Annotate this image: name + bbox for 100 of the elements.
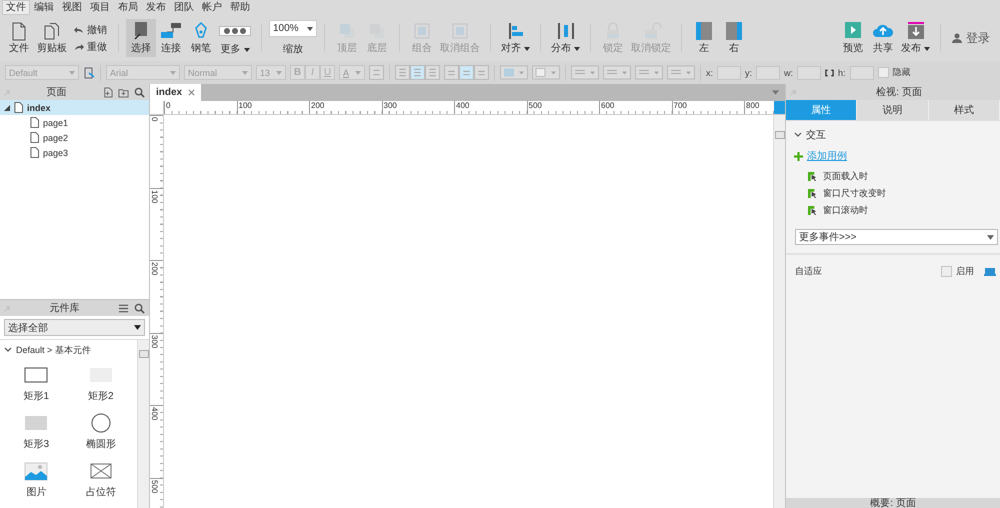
devices-icon[interactable] bbox=[984, 268, 996, 276]
line-style-dropdown[interactable] bbox=[571, 65, 599, 80]
more-button[interactable]: 更多 bbox=[216, 18, 254, 58]
document-tab[interactable]: index bbox=[150, 84, 202, 101]
x-field[interactable] bbox=[717, 66, 742, 80]
redo-button[interactable]: 重做 bbox=[74, 40, 107, 54]
image-icon[interactable] bbox=[24, 461, 48, 481]
text-align-button[interactable] bbox=[410, 65, 425, 80]
menu-item[interactable]: 团队 bbox=[170, 0, 198, 15]
placeholder-icon[interactable] bbox=[88, 461, 113, 481]
circle-icon[interactable] bbox=[88, 413, 113, 433]
search-icon[interactable] bbox=[134, 86, 145, 98]
widget-label: 矩形3 bbox=[23, 438, 50, 451]
library-group[interactable]: Default > 基本元件 bbox=[4, 343, 133, 357]
vertical-align-button[interactable] bbox=[474, 65, 489, 80]
event-item[interactable]: 窗口滚动时 bbox=[786, 202, 1000, 219]
pen-button[interactable]: 钢笔 bbox=[186, 19, 216, 57]
library-dropdown[interactable]: 选择全部 bbox=[4, 319, 145, 336]
connect-button[interactable]: 连接 bbox=[156, 19, 186, 57]
panel-title: 检视: 页面 bbox=[875, 86, 923, 99]
page-tree-item[interactable]: page3 bbox=[0, 145, 149, 160]
rectangle-icon[interactable] bbox=[24, 365, 48, 385]
pin-icon[interactable] bbox=[4, 304, 11, 312]
line-style-dropdown[interactable] bbox=[603, 65, 631, 80]
caret-icon bbox=[69, 70, 75, 74]
menu-icon[interactable] bbox=[118, 302, 129, 314]
zoom-dropdown[interactable]: 100% bbox=[269, 20, 317, 37]
caret-icon bbox=[307, 26, 313, 30]
text-align-button[interactable] bbox=[425, 65, 440, 80]
caret-icon bbox=[987, 234, 994, 240]
share-button[interactable]: 共享 bbox=[868, 19, 898, 57]
vertical-align-button[interactable] bbox=[444, 65, 459, 80]
align-button[interactable]: 对齐 bbox=[498, 19, 533, 57]
right-button[interactable]: 右 bbox=[719, 19, 749, 57]
widget-label: 椭圆形 bbox=[86, 438, 116, 451]
event-item[interactable]: 页面载入时 bbox=[786, 168, 1000, 185]
vertical-align-button[interactable] bbox=[459, 65, 474, 80]
fill-color-dropdown[interactable] bbox=[500, 65, 528, 80]
page-icon bbox=[30, 132, 39, 143]
y-field[interactable] bbox=[756, 66, 780, 80]
pin-icon[interactable] bbox=[790, 88, 797, 96]
scrollbar[interactable] bbox=[773, 115, 785, 508]
height-field[interactable] bbox=[850, 66, 874, 80]
search-icon[interactable] bbox=[134, 302, 145, 314]
width-field[interactable] bbox=[797, 66, 822, 80]
tab-list-icon[interactable] bbox=[772, 90, 779, 95]
menu-item[interactable]: 帐户 bbox=[198, 0, 226, 15]
filled-rectangle-icon[interactable] bbox=[24, 413, 48, 433]
text-align-button[interactable] bbox=[395, 65, 410, 80]
menu-item[interactable]: 视图 bbox=[58, 0, 86, 15]
scrollbar[interactable] bbox=[137, 340, 149, 508]
close-icon[interactable] bbox=[188, 89, 196, 96]
cursor-icon bbox=[808, 206, 817, 215]
ruler-label: 200 bbox=[150, 262, 159, 278]
file-button[interactable]: 文件 bbox=[4, 19, 34, 57]
event-item[interactable]: 窗口尺寸改变时 bbox=[786, 185, 1000, 202]
left-button[interactable]: 左 bbox=[689, 19, 719, 57]
page-tree-item[interactable]: index bbox=[0, 100, 149, 115]
page-tree-item[interactable]: page1 bbox=[0, 115, 149, 130]
ruler-label: 500 bbox=[150, 480, 159, 495]
section-header[interactable]: 交互 bbox=[786, 126, 1000, 144]
preview-button[interactable]: 预览 bbox=[838, 19, 868, 57]
undo-button[interactable]: 撤销 bbox=[74, 22, 107, 36]
pin-icon[interactable] bbox=[4, 88, 11, 96]
y-label: y: bbox=[745, 68, 752, 78]
select-button[interactable]: 选择 bbox=[126, 19, 156, 57]
clipboard-button[interactable]: 剪贴板 bbox=[34, 19, 70, 57]
caret-icon bbox=[134, 325, 141, 330]
menu-item[interactable]: 编辑 bbox=[30, 0, 58, 15]
adaptive-label: 自适应 bbox=[795, 265, 823, 278]
login-button[interactable]: 登录 bbox=[948, 28, 994, 48]
panel-title: 元件库 bbox=[48, 302, 80, 315]
distribute-button[interactable]: 分布 bbox=[548, 19, 583, 57]
expand-arrow-icon[interactable] bbox=[4, 104, 10, 110]
menu-item[interactable]: 布局 bbox=[114, 0, 142, 15]
publish-button[interactable]: 发布 bbox=[898, 19, 933, 57]
shadow-dropdown[interactable] bbox=[532, 65, 560, 80]
canvas[interactable] bbox=[164, 115, 773, 508]
plus-icon[interactable] bbox=[794, 152, 803, 160]
menu-item[interactable]: 文件 bbox=[2, 0, 30, 15]
list-button[interactable] bbox=[369, 65, 384, 80]
hidden-checkbox[interactable] bbox=[878, 67, 889, 78]
add-page-icon[interactable] bbox=[102, 86, 113, 98]
inspector-tab[interactable]: 说明 bbox=[857, 100, 929, 120]
more-icon bbox=[219, 26, 251, 36]
ruler-label: 700 bbox=[672, 101, 744, 114]
widget-label: 图片 bbox=[26, 486, 46, 499]
page-tree-item[interactable]: page2 bbox=[0, 130, 149, 145]
add-folder-icon[interactable] bbox=[118, 86, 129, 98]
zoom-label: 缩放 bbox=[283, 44, 303, 56]
menu-item[interactable]: 项目 bbox=[86, 0, 114, 15]
link-icon[interactable] bbox=[825, 68, 834, 76]
line-style-dropdown[interactable] bbox=[635, 65, 663, 80]
format-painter-icon[interactable] bbox=[83, 66, 95, 78]
inspector-tab[interactable]: 样式 bbox=[928, 100, 1000, 120]
menu-item[interactable]: 发布 bbox=[142, 0, 170, 15]
more-events-dropdown[interactable]: 更多事件>>> bbox=[795, 229, 998, 245]
menu-item[interactable]: 帮助 bbox=[226, 0, 254, 15]
enable-checkbox[interactable] bbox=[941, 266, 952, 277]
line-style-dropdown[interactable] bbox=[667, 65, 695, 80]
